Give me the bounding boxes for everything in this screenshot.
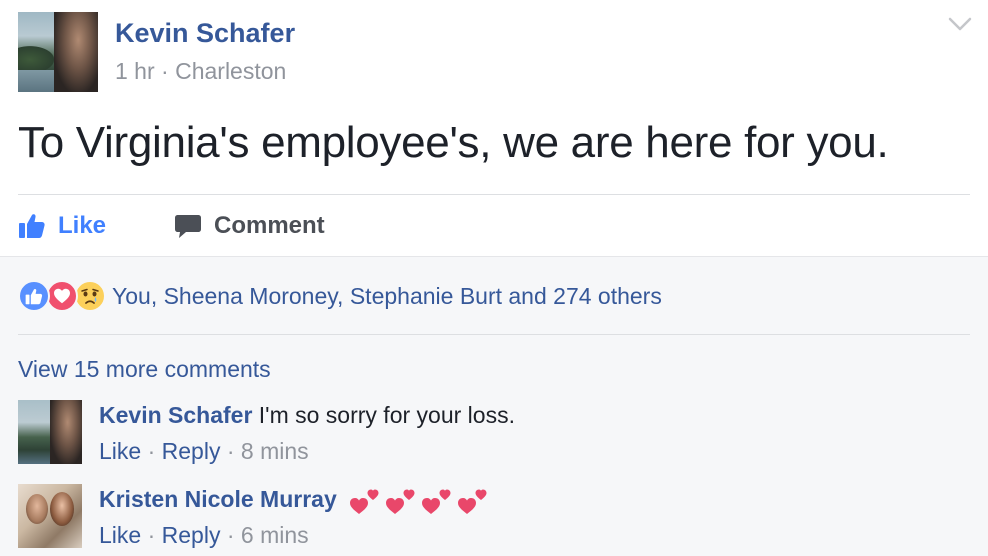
comment-like-link[interactable]: Like	[99, 438, 141, 464]
meta-separator: ·	[220, 522, 241, 548]
comment-item: Kevin Schafer I'm so sorry for your loss…	[18, 400, 918, 466]
meta-separator: ·	[141, 522, 162, 548]
meta-separator: ·	[141, 438, 162, 464]
view-more-comments-link[interactable]: View 15 more comments	[18, 356, 271, 383]
reactions-summary[interactable]: You, Sheena Moroney, Stephanie Burt and …	[18, 280, 662, 312]
sad-reaction-icon	[74, 280, 106, 312]
comment-timestamp[interactable]: 8 mins	[241, 438, 309, 464]
comment-button-label: Comment	[214, 212, 325, 239]
commenter-avatar[interactable]	[18, 484, 82, 548]
commenter-avatar[interactable]	[18, 400, 82, 464]
post-timestamp[interactable]: 1 hr	[115, 58, 155, 84]
reactions-summary-text[interactable]: You, Sheena Moroney, Stephanie Burt and …	[112, 283, 662, 310]
divider	[18, 194, 970, 195]
two-hearts-icon	[350, 489, 379, 514]
post-meta: 1 hr · Charleston	[115, 58, 286, 85]
author-avatar[interactable]	[18, 12, 98, 92]
comment-reply-link[interactable]: Reply	[162, 522, 221, 548]
comment-meta: Like · Reply · 6 mins	[99, 522, 309, 549]
like-button[interactable]: Like	[18, 208, 106, 244]
comment-reply-link[interactable]: Reply	[162, 438, 221, 464]
comment-line: Kevin Schafer I'm so sorry for your loss…	[99, 402, 515, 429]
comment-text: I'm so sorry for your loss.	[258, 402, 515, 428]
comment-button[interactable]: Comment	[174, 208, 325, 244]
comment-bubble-icon	[175, 215, 201, 238]
divider	[18, 334, 970, 335]
meta-separator: ·	[154, 58, 176, 84]
comment-emoji	[349, 486, 493, 516]
like-reaction-icon	[18, 280, 50, 312]
feed-post: Kevin Schafer 1 hr · Charleston To Virgi…	[0, 0, 988, 556]
comment-timestamp[interactable]: 6 mins	[241, 522, 309, 548]
love-reaction-icon	[46, 280, 78, 312]
post-text: To Virginia's employee's, we are here fo…	[18, 118, 889, 167]
comment-like-link[interactable]: Like	[99, 522, 141, 548]
post-author-name[interactable]: Kevin Schafer	[115, 18, 295, 49]
chevron-down-icon[interactable]	[947, 14, 973, 34]
meta-separator: ·	[220, 438, 241, 464]
thumbs-up-icon	[19, 214, 45, 238]
like-button-label: Like	[58, 212, 107, 239]
two-hearts-icon	[422, 489, 451, 514]
two-hearts-icon	[386, 489, 415, 514]
comment-meta: Like · Reply · 8 mins	[99, 438, 309, 465]
comment-line: Kristen Nicole Murray	[99, 486, 493, 516]
commenter-name[interactable]: Kevin Schafer	[99, 402, 252, 428]
comment-item: Kristen Nicole Murray Like · Reply · 6 m…	[18, 484, 918, 550]
commenter-name[interactable]: Kristen Nicole Murray	[99, 486, 337, 512]
two-hearts-icon	[458, 489, 487, 514]
post-location[interactable]: Charleston	[175, 58, 286, 84]
